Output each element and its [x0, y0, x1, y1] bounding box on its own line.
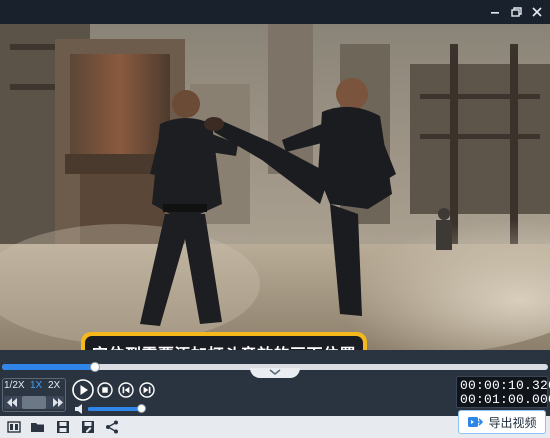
play-icon	[72, 379, 94, 401]
speed-normal[interactable]: 1X	[30, 380, 42, 391]
speed-slider-thumb[interactable]	[22, 396, 46, 409]
fast-forward-icon[interactable]	[52, 397, 64, 408]
volume-icon[interactable]	[74, 403, 86, 415]
play-button[interactable]	[72, 379, 94, 401]
collapse-handle[interactable]	[250, 368, 300, 378]
folder-open-icon[interactable]	[30, 419, 46, 435]
export-icon	[468, 417, 484, 427]
step-back-icon	[118, 382, 134, 398]
stop-button[interactable]	[97, 382, 113, 398]
speed-half[interactable]: 1/2X	[4, 380, 25, 391]
export-video-label: 导出视频	[488, 415, 537, 430]
title-bar	[0, 0, 550, 24]
stop-icon	[97, 382, 113, 398]
video-frame	[0, 24, 550, 350]
export-video-button[interactable]: 导出视频	[458, 410, 546, 434]
next-frame-button[interactable]	[139, 382, 155, 398]
tooltip-callout: 定位到需要添加打斗音效的画面位置	[81, 332, 367, 350]
total-time: 00:01:00.000	[460, 392, 550, 407]
close-icon[interactable]	[528, 3, 546, 21]
film-edit-icon[interactable]	[6, 419, 22, 435]
background-figure	[436, 208, 452, 250]
step-forward-icon	[139, 382, 155, 398]
speed-double[interactable]: 2X	[48, 380, 60, 391]
chevron-down-icon	[269, 369, 281, 375]
save-as-icon[interactable]	[80, 419, 96, 435]
current-time: 00:00:10.320	[460, 378, 550, 393]
video-preview[interactable]: 定位到需要添加打斗音效的画面位置	[0, 24, 550, 350]
previous-frame-button[interactable]	[118, 382, 134, 398]
share-icon[interactable]	[104, 419, 120, 435]
timeline-progress	[2, 364, 95, 370]
timeline-playhead[interactable]	[89, 362, 100, 372]
save-icon[interactable]	[55, 419, 71, 435]
minimize-icon[interactable]	[486, 3, 504, 21]
tooltip-text: 定位到需要添加打斗音效的画面位置	[85, 336, 363, 350]
volume-level	[88, 407, 142, 411]
restore-icon[interactable]	[507, 3, 525, 21]
rewind-icon[interactable]	[6, 397, 18, 408]
